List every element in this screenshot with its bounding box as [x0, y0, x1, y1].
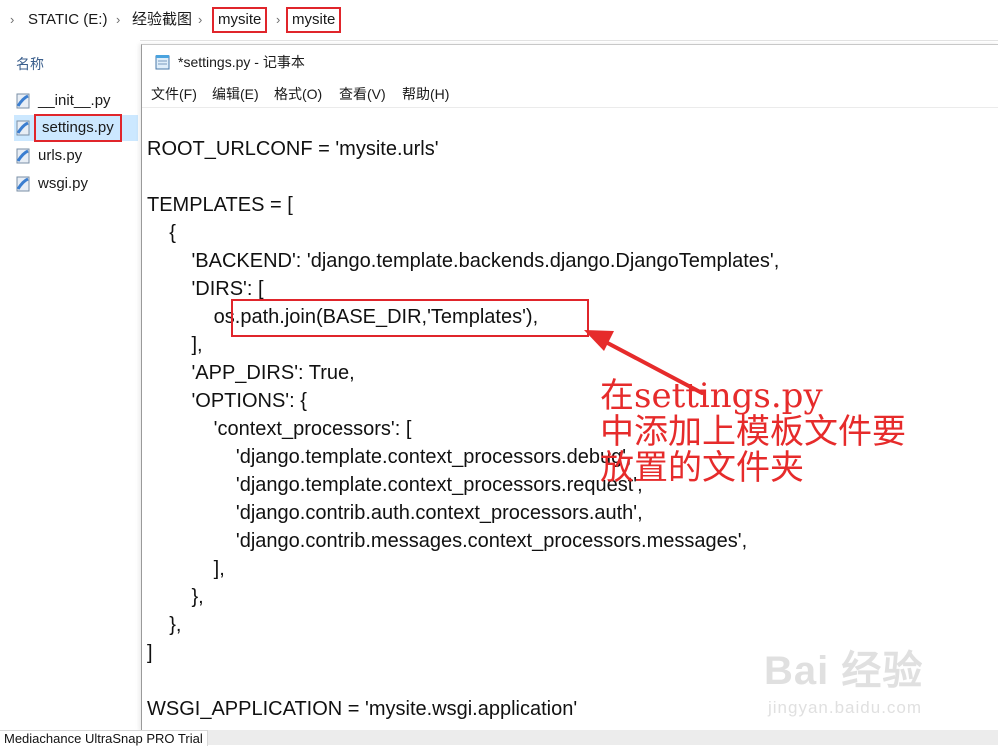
breadcrumb-separator-icon: ›: [116, 12, 121, 27]
watermark-url: jingyan.baidu.com: [768, 698, 923, 717]
python-file-icon: [16, 120, 30, 136]
trial-banner: Mediachance UltraSnap PRO Trial: [0, 730, 208, 746]
python-file-icon: [16, 93, 30, 109]
file-item-label: settings.py: [34, 114, 122, 142]
menu-bar: 文件(F) 编辑(E) 格式(O) 查看(V) 帮助(H): [142, 81, 998, 108]
code-line: },: [147, 614, 182, 636]
code-line: },: [147, 586, 204, 608]
code-line: 'context_processors': [: [147, 418, 412, 440]
code-line: WSGI_APPLICATION = 'mysite.wsgi.applicat…: [147, 698, 578, 720]
highlight-box: [231, 299, 589, 337]
code-line: 'APP_DIRS': True,: [147, 362, 355, 384]
breadcrumb-lead-chevron-icon[interactable]: ›: [10, 10, 14, 30]
code-line: 'django.template.context_processors.debu…: [147, 446, 632, 468]
code-line: ],: [147, 334, 203, 356]
breadcrumb-separator-icon: ›: [198, 12, 203, 27]
breadcrumb-folder-mysite-inner[interactable]: mysite: [286, 7, 342, 33]
menu-help[interactable]: 帮助(H): [402, 85, 449, 103]
baidu-watermark: Bai 经验 jingyan.baidu.com: [760, 636, 960, 726]
code-line: 'BACKEND': 'django.template.backends.dja…: [147, 250, 780, 272]
breadcrumb-folder-screenshots[interactable]: 经验截图: [132, 10, 192, 30]
address-bar[interactable]: › STATIC (E:) › 经验截图 › mysite › mysite: [0, 0, 998, 41]
code-line: ROOT_URLCONF = 'mysite.urls': [147, 138, 439, 160]
code-line: 'django.contrib.messages.context_process…: [147, 530, 748, 552]
code-line: 'DIRS': [: [147, 278, 264, 300]
python-file-icon: [16, 176, 30, 192]
title-bar[interactable]: *settings.py - 记事本: [142, 45, 998, 79]
code-line: {: [147, 222, 176, 244]
watermark-logo-text: Bai 经验: [764, 649, 924, 693]
breadcrumb-separator-icon: ›: [276, 12, 281, 27]
code-line: 'OPTIONS': {: [147, 390, 307, 412]
file-item-urls[interactable]: urls.py: [14, 143, 82, 169]
file-item-label: urls.py: [38, 147, 83, 164]
annotation-text: 在settings.py 中添加上模板文件要 放置的文件夹: [600, 376, 906, 488]
file-item-init[interactable]: __init__.py: [14, 88, 111, 114]
column-header-name[interactable]: 名称: [16, 54, 44, 74]
file-item-label: wsgi.py: [38, 175, 89, 192]
file-item-label: __init__.py: [38, 92, 111, 109]
notepad-icon: [155, 55, 170, 70]
python-file-icon: [16, 148, 30, 164]
breadcrumb-drive[interactable]: STATIC (E:): [28, 10, 107, 30]
code-line: ],: [147, 558, 225, 580]
code-line: 'django.template.context_processors.requ…: [147, 474, 643, 496]
code-line: TEMPLATES = [: [147, 194, 293, 216]
code-line: ]: [147, 642, 153, 664]
breadcrumb-folder-mysite[interactable]: mysite: [212, 7, 268, 33]
file-list-pane: 名称 __init__.py settings.py urls.py wsgi.…: [0, 40, 140, 730]
menu-file[interactable]: 文件(F): [151, 85, 197, 103]
file-item-settings[interactable]: settings.py: [14, 114, 138, 142]
file-item-wsgi[interactable]: wsgi.py: [14, 171, 88, 197]
code-line: 'django.contrib.auth.context_processors.…: [147, 502, 643, 524]
window-title: *settings.py - 记事本: [178, 54, 305, 70]
menu-edit[interactable]: 编辑(E): [212, 85, 259, 103]
menu-view[interactable]: 查看(V): [339, 85, 386, 103]
menu-format[interactable]: 格式(O): [274, 85, 322, 103]
